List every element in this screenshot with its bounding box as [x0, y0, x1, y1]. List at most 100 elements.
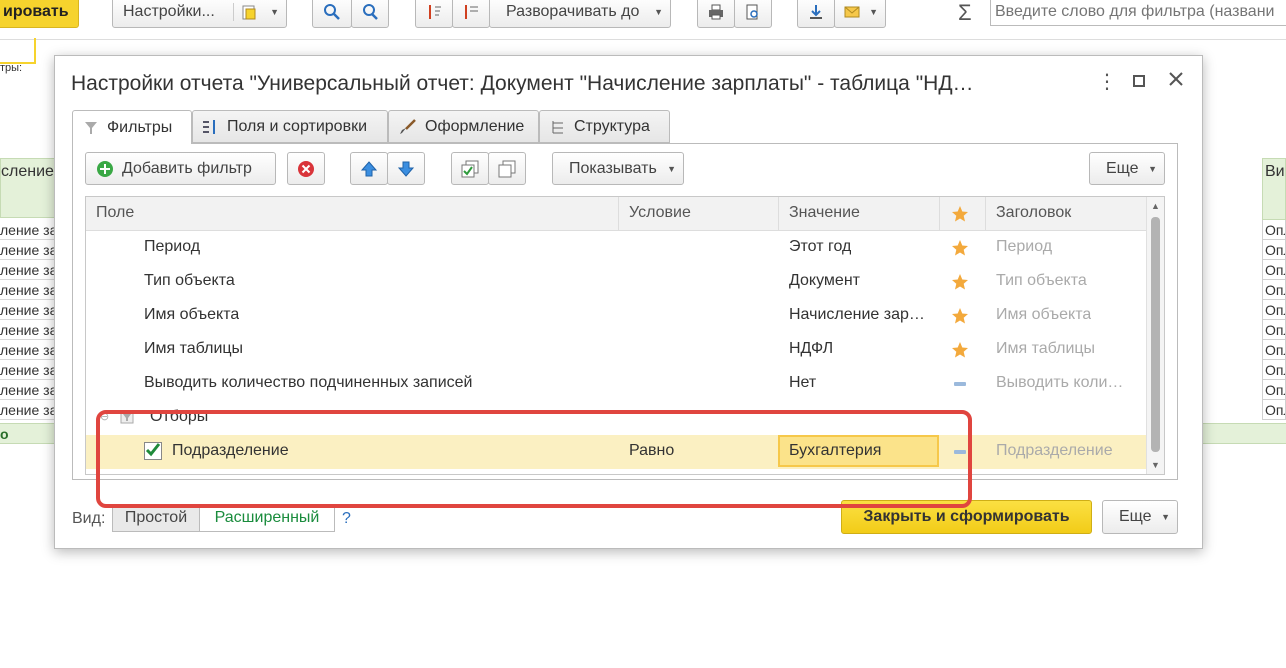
- header-title[interactable]: Заголовок: [996, 204, 1071, 222]
- sort-button[interactable]: [415, 0, 453, 28]
- move-up-button[interactable]: [350, 152, 388, 185]
- sort-fields-icon: [201, 119, 219, 135]
- add-filter-button[interactable]: Добавить фильтр: [85, 152, 276, 185]
- row-title: Подразделение: [996, 442, 1113, 459]
- dialog-title: Настройки отчета "Универсальный отчет: Д…: [71, 72, 974, 95]
- tab-appearance[interactable]: Оформление: [388, 110, 539, 143]
- report-row-left: ление за: [0, 322, 58, 340]
- table-row[interactable]: Период Этот год Период: [86, 231, 1146, 265]
- view-advanced-button[interactable]: Расширенный: [199, 504, 335, 532]
- add-filter-label: Добавить фильтр: [122, 159, 252, 177]
- print-preview-icon: [744, 3, 762, 21]
- row-value[interactable]: Документ: [789, 272, 860, 290]
- search-icon: [323, 3, 341, 21]
- table-row[interactable]: Имя объекта Начисление зар… Имя объекта: [86, 299, 1146, 333]
- expand-to-label: Разворачивать до: [506, 3, 640, 20]
- tab-fields-sorting-label: Поля и сортировки: [227, 117, 367, 135]
- vertical-scrollbar[interactable]: ▲ ▼: [1146, 197, 1164, 474]
- row-field: Выводить количество подчиненных записей: [144, 374, 473, 391]
- show-dropdown-button[interactable]: Показывать ▼: [552, 152, 684, 185]
- report-row-right: Опл: [1262, 220, 1286, 240]
- header-star-icon[interactable]: [951, 205, 969, 223]
- report-row-right: Опл: [1262, 380, 1286, 400]
- header-condition[interactable]: Условие: [629, 204, 691, 222]
- grouping-button[interactable]: [452, 0, 490, 28]
- preview-button[interactable]: [734, 0, 772, 28]
- funnel-icon: [83, 120, 99, 136]
- star-icon[interactable]: [951, 239, 969, 257]
- star-icon[interactable]: [951, 273, 969, 291]
- tab-fields-sorting[interactable]: Поля и сортировки: [192, 110, 388, 143]
- toolbar-divider: [0, 39, 1286, 40]
- row-value[interactable]: Начисление зар…: [789, 306, 925, 324]
- scroll-down-icon[interactable]: ▼: [1151, 460, 1160, 470]
- chevron-down-icon: ▼: [654, 7, 663, 17]
- row-field: Имя объекта: [144, 306, 240, 323]
- chevron-down-icon: ▼: [270, 7, 279, 17]
- view-label: Вид:: [72, 510, 106, 527]
- report-row-left: ление за: [0, 222, 58, 240]
- more-button[interactable]: Еще ▼: [1089, 152, 1165, 185]
- generate-button[interactable]: ировать: [0, 0, 79, 28]
- search-button[interactable]: [312, 0, 352, 28]
- row-value[interactable]: НДФЛ: [789, 340, 833, 358]
- arrow-up-icon: [360, 160, 378, 178]
- sum-icon[interactable]: Σ: [958, 0, 972, 26]
- help-link[interactable]: ?: [342, 510, 351, 528]
- report-row-left: ление за: [0, 402, 58, 420]
- download-icon: [807, 3, 825, 21]
- table-row[interactable]: Выводить количество подчиненных записей Н…: [86, 367, 1146, 401]
- more-actions-icon[interactable]: ⋮: [1097, 70, 1117, 94]
- search-filter-input[interactable]: [990, 0, 1286, 26]
- report-row-right: Опл: [1262, 260, 1286, 280]
- close-icon[interactable]: [1167, 70, 1185, 88]
- print-button[interactable]: [697, 0, 735, 28]
- row-value[interactable]: Этот год: [789, 238, 851, 256]
- row-use-dash-icon[interactable]: [954, 382, 966, 386]
- report-row-right: Опл: [1262, 300, 1286, 320]
- star-icon[interactable]: [951, 307, 969, 325]
- row-field: Период: [144, 238, 201, 255]
- report-row-right: Опл: [1262, 360, 1286, 380]
- table-header: Поле Условие Значение Заголовок: [86, 197, 1146, 231]
- tab-filters-label: Фильтры: [107, 118, 173, 136]
- tab-structure[interactable]: Структура: [539, 110, 670, 143]
- arrow-down-icon: [397, 160, 415, 178]
- send-mail-button[interactable]: ▼: [834, 0, 886, 28]
- table-row[interactable]: Тип объекта Документ Тип объекта: [86, 265, 1146, 299]
- maximize-icon[interactable]: [1133, 75, 1145, 87]
- report-row-left: ление за: [0, 242, 58, 260]
- check-all-button[interactable]: [451, 152, 489, 185]
- view-simple-button[interactable]: Простой: [112, 504, 200, 532]
- chevron-down-icon: ▼: [869, 7, 878, 17]
- filters-summary-label: тры:: [0, 62, 23, 74]
- delete-filter-button[interactable]: [287, 152, 325, 185]
- settings-button[interactable]: Настройки... ▼: [112, 0, 287, 28]
- settings-label: Настройки...: [123, 3, 215, 20]
- header-field[interactable]: Поле: [96, 204, 134, 222]
- table-row[interactable]: Имя таблицы НДФЛ Имя таблицы: [86, 333, 1146, 367]
- grouping-icon: [462, 3, 480, 21]
- highlight-annotation-frame: [96, 410, 972, 508]
- chevron-down-icon: ▼: [667, 163, 676, 174]
- sort-icon: [425, 3, 443, 21]
- tab-filters[interactable]: Фильтры: [72, 110, 192, 144]
- move-down-button[interactable]: [387, 152, 425, 185]
- row-title: Выводить коли…: [996, 374, 1124, 391]
- save-button[interactable]: [797, 0, 835, 28]
- structure-icon: [550, 119, 566, 135]
- footer-more-button[interactable]: Еще ▼: [1102, 500, 1178, 534]
- header-value[interactable]: Значение: [789, 204, 860, 222]
- expand-to-dropdown[interactable]: Разворачивать до ▼: [489, 0, 671, 28]
- uncheck-all-button[interactable]: [488, 152, 526, 185]
- star-icon[interactable]: [951, 341, 969, 359]
- scroll-up-icon[interactable]: ▲: [1151, 201, 1160, 211]
- report-row-left: ление за: [0, 342, 58, 360]
- row-value[interactable]: Нет: [789, 374, 816, 392]
- report-row-left: ление за: [0, 382, 58, 400]
- plus-circle-icon: [96, 160, 114, 178]
- scrollbar-thumb[interactable]: [1151, 217, 1160, 452]
- search-next-button[interactable]: [351, 0, 389, 28]
- report-row-right: Опл: [1262, 280, 1286, 300]
- search-refresh-icon: [361, 3, 379, 21]
